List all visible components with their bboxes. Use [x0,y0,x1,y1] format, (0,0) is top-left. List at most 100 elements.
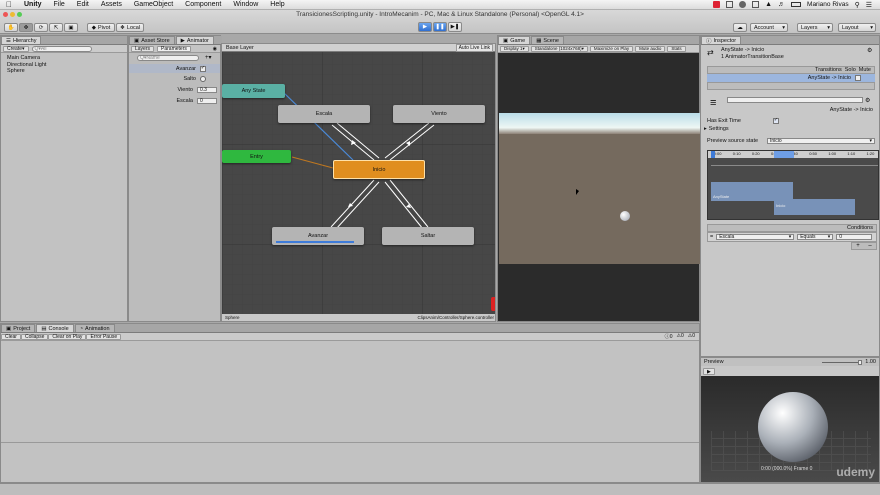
preview-speed-slider[interactable] [822,359,863,365]
stats-toggle[interactable]: Stats [667,45,686,52]
slider-thumb[interactable] [858,359,863,365]
minimize-window-icon[interactable] [10,12,15,17]
tab-parameters[interactable]: Parameters [157,45,191,52]
status-icon-red[interactable] [713,1,721,8]
param-row-escala[interactable]: Escala 0 [129,96,220,105]
transition-list-item[interactable]: AnyState -> Inicio [707,74,875,82]
menu-help[interactable]: Help [270,1,284,8]
console-log-area[interactable] [1,342,699,442]
menu-edit[interactable]: Edit [77,1,89,8]
rotate-tool-button[interactable]: ⟳ [34,23,48,32]
settings-gear-icon[interactable]: ⚙ [867,47,872,54]
timeline-clip-b[interactable]: Inicio [774,199,855,215]
volume-icon[interactable]: ♬ [778,1,785,8]
timeline-marker-start[interactable] [711,151,715,158]
menu-gameobject[interactable]: GameObject [134,1,173,8]
search-icon[interactable]: ⚲ [855,1,860,9]
create-dropdown[interactable]: Create ▾ [3,45,29,52]
status-icon-grid[interactable] [726,1,734,8]
move-tool-button[interactable]: ✥ [19,23,33,32]
rect-tool-button[interactable]: ▣ [64,23,78,32]
state-avanzar[interactable]: Avanzar [272,227,364,245]
hierarchy-search-input[interactable]: Q▾All [31,45,92,52]
info-count[interactable]: ⓘ0 [665,333,673,340]
layers-dropdown[interactable]: Layers ▾ [797,23,833,32]
battery-icon[interactable] [791,2,802,7]
account-dropdown[interactable]: Account ▾ [750,23,788,32]
close-window-icon[interactable] [3,12,8,17]
tab-layers[interactable]: Layers [131,45,155,52]
parameter-search-input[interactable]: Q▾Name [137,55,199,61]
tab-animator[interactable]: ▶ Animator [175,36,214,44]
warning-count[interactable]: ⚠0 [676,333,683,340]
error-count[interactable]: ⚠0 [688,333,695,340]
tab-inspector[interactable]: ⓘ Inspector [701,36,742,45]
wifi-icon[interactable]: ▲ [765,1,772,8]
state-inicio[interactable]: Inicio [333,160,425,179]
cloud-button[interactable]: ☁ [733,23,747,32]
gear-icon[interactable]: ⚙ [865,97,870,104]
step-button[interactable]: ▶❚ [448,22,462,32]
tab-animation[interactable]: ◔ Animation [74,324,115,332]
param-trigger-radio[interactable] [200,75,206,82]
state-viento[interactable]: Viento [393,105,485,123]
condition-param-dropdown[interactable]: Escala ▾ [716,234,795,240]
maximize-on-play-toggle[interactable]: Maximize on Play [589,45,634,52]
drag-handle-icon[interactable]: = [710,234,713,240]
apple-icon[interactable]:  [6,0,12,9]
condition-op-dropdown[interactable]: Equals ▾ [797,234,834,240]
error-pause-toggle[interactable]: Error Pause [86,333,122,340]
tab-hierarchy[interactable]: ☰ Hierarchy [1,36,42,44]
menu-file[interactable]: File [54,1,65,8]
menu-component[interactable]: Component [185,1,221,8]
eye-icon[interactable]: ◉ [213,46,217,52]
hand-tool-button[interactable]: ✋ [4,23,18,32]
clear-on-play-toggle[interactable]: Clear on Play [48,333,87,340]
clear-button[interactable]: Clear [1,333,21,340]
layer-breadcrumb[interactable]: Base Layer [222,45,254,51]
game-viewport[interactable] [499,113,700,264]
play-button[interactable]: ▶ [418,22,432,32]
param-row-viento[interactable]: Viento 0.3 [129,85,220,94]
tab-console[interactable]: ▤ Console [36,324,74,332]
param-int-field[interactable]: 0 [197,97,217,104]
layout-dropdown[interactable]: Layout ▾ [838,23,876,32]
status-icon-box[interactable] [752,1,760,8]
param-float-field[interactable]: 0.3 [197,86,217,93]
param-bool-checkbox[interactable]: ✓ [200,65,206,72]
console-detail-area[interactable] [1,442,699,482]
resolution-dropdown[interactable]: Standalone (1024x768) ▾ [530,45,588,52]
add-parameter-icon[interactable]: +▾ [205,54,212,61]
pivot-toggle[interactable]: ◆ Pivot [87,23,115,32]
has-exit-time-checkbox[interactable]: ✓ [772,117,779,124]
menu-list-icon[interactable]: ☰ [866,1,872,9]
tab-game[interactable]: ▣ Game [498,36,531,44]
state-entry[interactable]: Entry [222,150,291,163]
tab-asset-store[interactable]: ▣ Asset Store [129,36,175,44]
param-row-salto[interactable]: Salto [129,74,220,83]
mute-audio-toggle[interactable]: Mute audio [635,45,666,52]
user-name[interactable]: Mariano Rivas [807,1,849,8]
solo-checkbox[interactable] [855,75,861,81]
state-saltar[interactable]: Saltar [382,227,474,245]
menu-app[interactable]: Unity [24,1,42,8]
state-any-state[interactable]: Any State [222,84,285,98]
transition-timeline[interactable]: 0:00 0:10 0:20 0:30 0:40 0:50 1:00 1:10 … [707,150,879,220]
scale-tool-button[interactable]: ⇱ [49,23,63,32]
pause-button[interactable]: ❚❚ [433,22,447,32]
local-toggle[interactable]: ❖ Local [116,23,144,32]
add-condition-button[interactable]: + [856,243,860,249]
state-escala[interactable]: Escala [278,105,370,123]
list-item[interactable]: Sphere [7,68,46,75]
menu-assets[interactable]: Assets [101,1,122,8]
collapse-toggle[interactable]: Collapse [20,333,49,340]
tab-project[interactable]: ▣ Project [1,324,36,332]
timeline-transition-region[interactable] [774,151,794,158]
auto-live-link-button[interactable]: Auto Live Link [455,44,493,52]
remove-condition-button[interactable]: – [868,243,871,249]
status-icon-dot[interactable] [739,1,747,8]
tab-scene[interactable]: ▦ Scene [531,36,564,44]
param-row-avanzar[interactable]: Avanzar ✓ [129,64,220,73]
menu-window[interactable]: Window [233,1,258,8]
zoom-window-icon[interactable] [17,12,22,17]
